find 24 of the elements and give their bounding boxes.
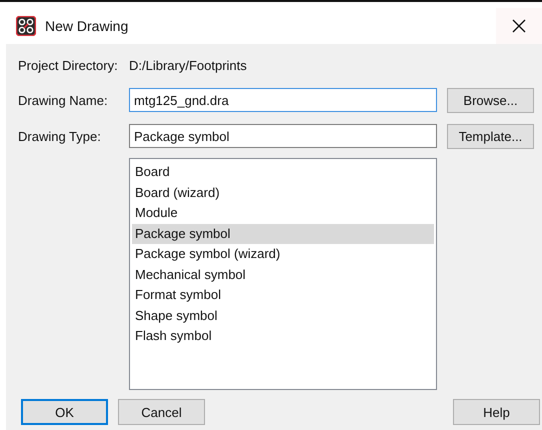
- field-label: Project Directory:: [18, 58, 119, 72]
- list-item[interactable]: Shape symbol: [132, 306, 434, 326]
- list-item[interactable]: Board (wizard): [132, 182, 434, 203]
- dialog-button[interactable]: Help: [453, 399, 540, 425]
- browse-button[interactable]: Browse...: [447, 88, 534, 112]
- close-button[interactable]: [496, 8, 542, 44]
- directory-path: D:/Library/Footprints: [129, 58, 247, 72]
- app-icon: [16, 16, 36, 36]
- template-button[interactable]: Template...: [447, 124, 534, 148]
- window-title: New Drawing: [45, 18, 130, 34]
- field-label: Drawing Name:: [18, 92, 109, 108]
- dialog-button[interactable]: Cancel: [118, 399, 205, 425]
- list-item[interactable]: Flash symbol: [132, 326, 434, 346]
- drawing-name-field[interactable]: mtg125_gnd.dra: [129, 88, 437, 112]
- close-icon: [512, 19, 526, 33]
- list-item[interactable]: Format symbol: [132, 285, 434, 306]
- list-item[interactable]: Module: [132, 203, 434, 224]
- list-item[interactable]: Package symbol (wizard): [132, 244, 434, 264]
- drawing-type-field[interactable]: Package symbol: [129, 124, 437, 148]
- field-label: Drawing Type:: [18, 128, 102, 144]
- list-item[interactable]: Mechanical symbol: [132, 264, 434, 285]
- dialog-button[interactable]: OK: [21, 399, 108, 425]
- list-item[interactable]: Package symbol: [132, 224, 434, 244]
- list-item[interactable]: Board: [132, 162, 434, 182]
